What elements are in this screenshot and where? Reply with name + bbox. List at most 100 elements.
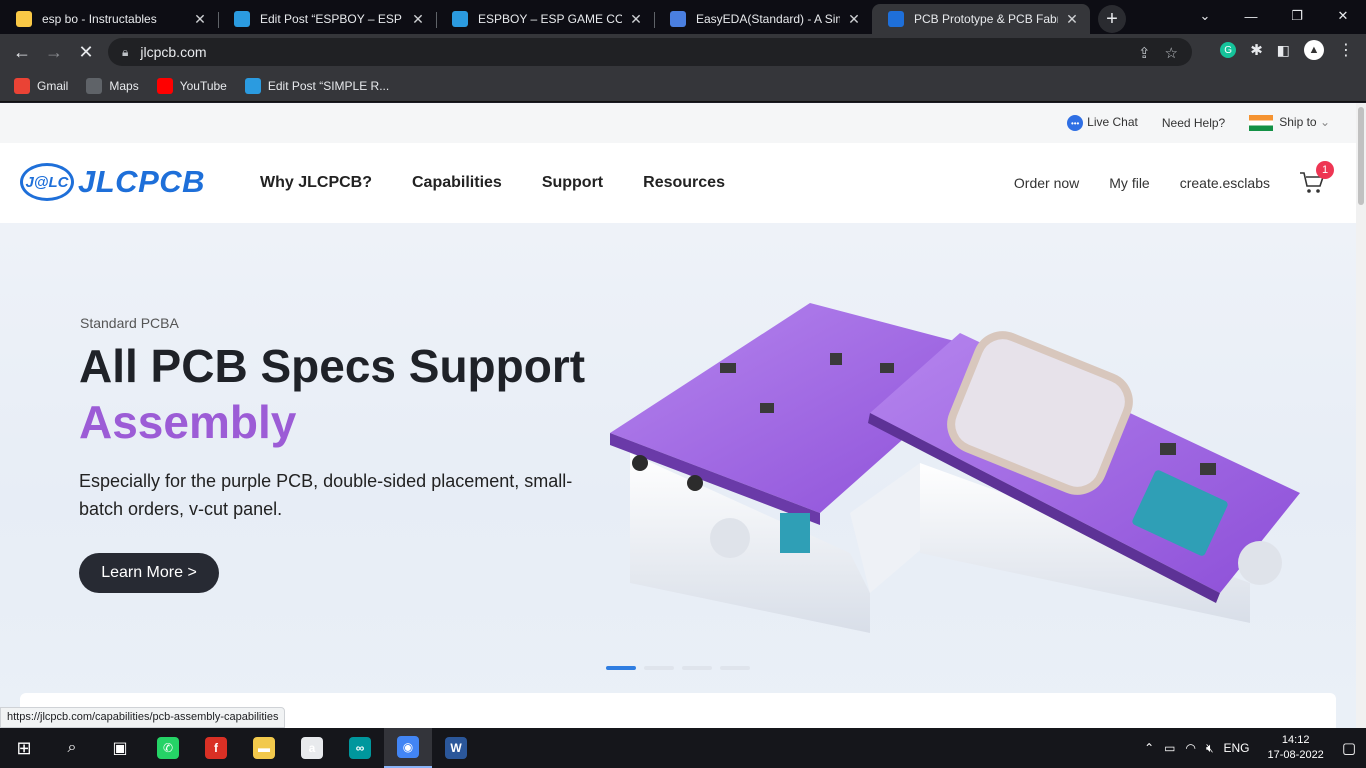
close-tab-icon[interactable]: ✕	[192, 11, 208, 28]
lock-icon[interactable]: 🔒︎	[122, 45, 128, 60]
carousel-dot[interactable]	[720, 666, 750, 670]
maps-icon	[86, 77, 103, 94]
ship-to-label: Ship to	[1279, 115, 1317, 130]
carousel-dot[interactable]	[644, 666, 674, 670]
clock[interactable]: 14:12 17-08-2022	[1268, 733, 1324, 763]
tab-title: ESPBOY – ESP GAME CONTR	[478, 12, 622, 26]
tab-title: Edit Post “ESPBOY – ESP GAM	[260, 12, 404, 26]
ship-to-selector[interactable]: Ship to ⌄	[1249, 115, 1330, 131]
taskbar-app[interactable]: W	[432, 728, 480, 768]
wordpress-icon	[244, 77, 261, 94]
cart-button[interactable]: 1	[1298, 161, 1334, 197]
wifi-icon[interactable]: ◠	[1185, 741, 1195, 755]
chrome-menu-icon[interactable]: ⋮	[1338, 40, 1354, 60]
wordpress-icon	[452, 11, 468, 27]
india-flag-icon	[1249, 115, 1274, 131]
url-text[interactable]: jlcpcb.com	[140, 44, 206, 60]
bookmark-label: YouTube	[179, 78, 227, 93]
taskbar-app[interactable]: ▬	[240, 728, 288, 768]
whatsapp-icon: ✆	[157, 737, 179, 759]
close-tab-icon[interactable]: ✕	[1064, 11, 1080, 28]
notifications-icon[interactable]: ▢	[1342, 739, 1356, 757]
bookmark-item[interactable]: Gmail	[14, 77, 68, 94]
bookmark-item[interactable]: Maps	[86, 77, 139, 94]
browser-tab[interactable]: Edit Post “ESPBOY – ESP GAM ✕	[218, 4, 436, 34]
header-link[interactable]: create.esclabs	[1180, 175, 1270, 191]
nav-link[interactable]: Why JLCPCB?	[260, 174, 372, 192]
utility-bar: ••• Live Chat Need Help? Ship to ⌄	[0, 103, 1366, 143]
share-icon[interactable]: ⇪	[1138, 44, 1151, 62]
carousel-dot[interactable]	[682, 666, 712, 670]
close-tab-icon[interactable]: ✕	[628, 11, 644, 28]
header-link[interactable]: Order now	[1014, 175, 1079, 191]
cart-count-badge: 1	[1316, 161, 1334, 179]
hero-description: Especially for the purple PCB, double-si…	[79, 471, 573, 519]
browser-tab[interactable]: EasyEDA(Standard) - A Simpl ✕	[654, 4, 872, 34]
language-indicator[interactable]: ENG	[1224, 741, 1250, 755]
restore-button[interactable]: ❐	[1274, 0, 1320, 32]
chat-bubble-icon: •••	[1067, 115, 1084, 131]
start-button[interactable]: ⊞	[0, 728, 48, 768]
nav-link[interactable]: Resources	[643, 174, 725, 192]
bookmark-label: Maps	[109, 78, 139, 93]
carousel-dot[interactable]	[606, 666, 636, 670]
stop-loading-button[interactable]: ✕	[70, 42, 102, 63]
bookmark-item[interactable]: Edit Post “SIMPLE R...	[244, 77, 389, 94]
need-help-link[interactable]: Need Help?	[1162, 116, 1225, 130]
learn-more-button[interactable]: Learn More >	[79, 553, 219, 593]
browser-tab[interactable]: esp bo - Instructables ✕	[0, 4, 218, 34]
windows-logo-icon: ⊞	[16, 737, 32, 758]
battery-icon[interactable]: ▭	[1164, 741, 1175, 755]
carousel-indicators	[606, 666, 750, 670]
search-button[interactable]: ⌕	[48, 728, 96, 768]
bookmark-item[interactable]: YouTube	[156, 77, 227, 94]
page-scrollbar[interactable]	[1356, 103, 1366, 728]
close-window-button[interactable]: ✕	[1320, 0, 1366, 32]
nav-link[interactable]: Support	[542, 174, 603, 192]
word-icon: W	[445, 737, 467, 759]
instructables-icon	[16, 11, 32, 27]
grammarly-icon[interactable]: G	[1220, 42, 1237, 58]
forward-button[interactable]: →	[38, 42, 70, 63]
header-link[interactable]: My file	[1109, 175, 1149, 191]
new-tab-button[interactable]: +	[1098, 5, 1126, 33]
minimize-button[interactable]: —	[1228, 0, 1274, 32]
scrollbar-thumb[interactable]	[1358, 107, 1364, 205]
back-button[interactable]: ←	[6, 42, 38, 63]
chevron-down-icon: ⌄	[1319, 115, 1330, 130]
taskbar-app[interactable]: f	[192, 728, 240, 768]
taskbar-app[interactable]: ◉	[384, 728, 432, 768]
volume-muted-icon[interactable]: 🔇︎	[1206, 741, 1214, 756]
taskbar-app[interactable]: ∞	[336, 728, 384, 768]
task-view-button[interactable]: ▣	[96, 728, 144, 768]
link-status-bubble: https://jlcpcb.com/capabilities/pcb-asse…	[0, 707, 286, 728]
jlcpcb-logo[interactable]: J@LC JLCPCB	[20, 163, 205, 201]
tab-strip: esp bo - Instructables ✕ Edit Post “ESPBOY…	[0, 0, 1366, 34]
browser-tab[interactable]: PCB Prototype & PCB Fabrica ✕	[872, 4, 1090, 34]
arduino-icon: ∞	[349, 737, 371, 759]
extensions-icon[interactable]: ✱	[1250, 41, 1263, 59]
wordpress-icon	[234, 11, 250, 27]
tab-search-icon[interactable]: ⌄	[1182, 0, 1228, 32]
side-panel-icon[interactable]: ◧	[1277, 42, 1290, 59]
address-bar[interactable]: 🔒︎ jlcpcb.com ⇪ ☆	[108, 38, 1192, 66]
app-a-icon: a	[301, 737, 323, 759]
bookmarks-bar: Gmail Maps YouTube Edit Post “SIMPLE R...	[0, 70, 1366, 102]
logo-badge: J@LC	[20, 163, 74, 201]
show-hidden-icons-icon[interactable]: ⌃	[1144, 741, 1154, 755]
logo-wordmark: JLCPCB	[78, 164, 206, 199]
close-tab-icon[interactable]: ✕	[846, 11, 862, 28]
bookmark-star-icon[interactable]: ☆	[1165, 44, 1178, 62]
close-tab-icon[interactable]: ✕	[410, 11, 426, 28]
taskbar-app[interactable]: ✆	[144, 728, 192, 768]
nav-link[interactable]: Capabilities	[412, 174, 502, 192]
search-icon: ⌕	[67, 739, 77, 756]
easyeda-icon	[670, 11, 686, 27]
jlcpcb-icon	[888, 11, 904, 27]
system-tray: ⌃ ▭ ◠ 🔇︎ ENG 14:12 17-08-2022 ▢	[1144, 728, 1366, 768]
browser-tab[interactable]: ESPBOY – ESP GAME CONTR ✕	[436, 4, 654, 34]
main-navigation: J@LC JLCPCB Why JLCPCB? Capabilities Suppo…	[0, 143, 1366, 223]
live-chat-link[interactable]: ••• Live Chat	[1067, 115, 1138, 131]
taskbar-app[interactable]: a	[288, 728, 336, 768]
profile-avatar-icon[interactable]: ▲	[1304, 40, 1324, 60]
